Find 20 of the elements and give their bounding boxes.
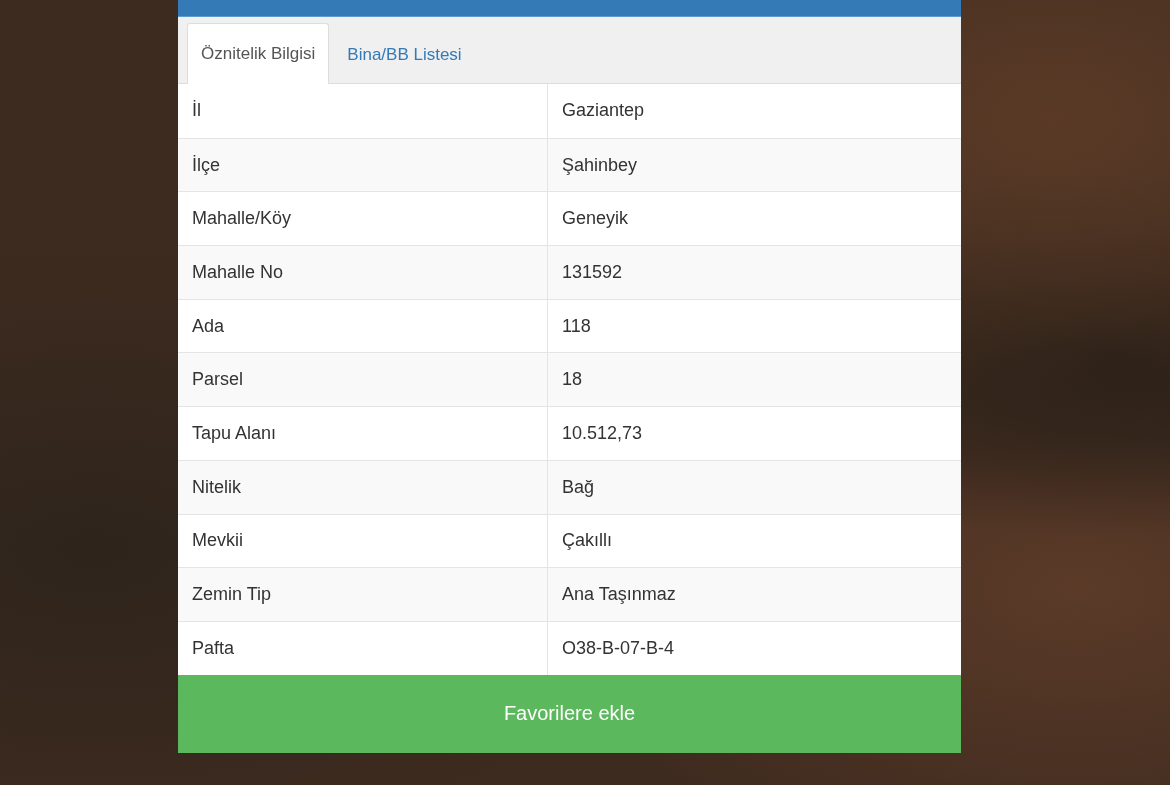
attribute-label: Zemin Tip bbox=[178, 568, 548, 621]
attribute-value: Gaziantep bbox=[561, 99, 646, 123]
attribute-value: Şahinbey bbox=[561, 153, 639, 177]
attribute-value: Ana Taşınmaz bbox=[561, 583, 677, 607]
attribute-label: Tapu Alanı bbox=[178, 407, 548, 460]
attribute-value: 131592 bbox=[561, 260, 624, 284]
attribute-label: İl bbox=[178, 84, 548, 138]
attribute-value: Geneyik bbox=[561, 207, 630, 231]
attribute-label: Mahalle No bbox=[178, 246, 548, 299]
add-to-favorites-button[interactable]: Favorilere ekle bbox=[178, 674, 961, 753]
attribute-value: 10.512,73 bbox=[561, 421, 644, 445]
tab[interactable]: Bina/BB Listesi bbox=[333, 24, 476, 84]
attribute-value: Çakıllı bbox=[561, 529, 613, 553]
attribute-value: 118 bbox=[561, 314, 592, 338]
tab[interactable]: Öznitelik Bilgisi bbox=[187, 23, 330, 84]
attribute-value: 18 bbox=[561, 368, 584, 392]
attribute-value: O38-B-07-B-4 bbox=[561, 636, 676, 660]
attribute-value: Bağ bbox=[561, 475, 596, 499]
attribute-label: Nitelik bbox=[178, 460, 548, 514]
attribute-label: Pafta bbox=[178, 621, 548, 675]
